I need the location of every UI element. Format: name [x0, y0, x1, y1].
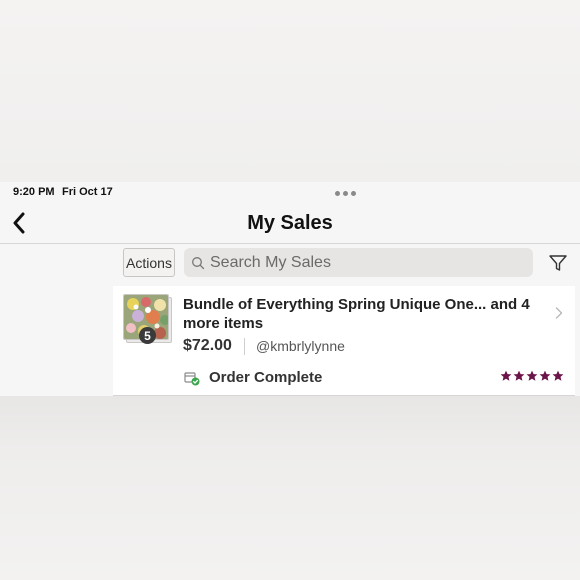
filter-icon [549, 255, 567, 271]
sale-price: $72.00 [183, 337, 232, 354]
sale-list-item[interactable]: 5 Bundle of Everything Spring Unique One… [113, 286, 575, 396]
item-count-badge: 5 [139, 327, 156, 344]
order-complete-icon [184, 372, 200, 386]
multitasking-dots-icon[interactable] [335, 191, 356, 196]
star-icon [500, 370, 512, 381]
search-input[interactable] [210, 253, 510, 272]
search-box[interactable] [184, 248, 533, 277]
background-top [0, 0, 580, 182]
star-icon [552, 370, 564, 381]
divider [244, 338, 245, 355]
filter-button[interactable] [547, 252, 569, 274]
navigation-bar: My Sales [0, 204, 580, 244]
buyer-username[interactable]: @kmbrlylynne [256, 338, 345, 354]
star-icon [513, 370, 525, 381]
page-title: My Sales [247, 212, 333, 234]
sale-item-title: Bundle of Everything Spring Unique One..… [183, 296, 530, 332]
star-icon [526, 370, 538, 381]
star-icon [539, 370, 551, 381]
search-icon [192, 256, 205, 269]
status-date: Fri Oct 17 [62, 186, 113, 198]
order-status: Order Complete [209, 369, 323, 386]
item-thumbnail-stack: 5 [123, 294, 172, 344]
background-bottom [0, 396, 580, 580]
status-time: 9:20 PM [13, 186, 55, 198]
rating-stars [500, 370, 564, 382]
chevron-right-icon [555, 307, 563, 319]
status-bar: 9:20 PM Fri Oct 17 [0, 182, 580, 204]
actions-button[interactable]: Actions [123, 248, 175, 277]
app-screen: 9:20 PM Fri Oct 17 My Sales Actions Sear… [0, 182, 580, 396]
